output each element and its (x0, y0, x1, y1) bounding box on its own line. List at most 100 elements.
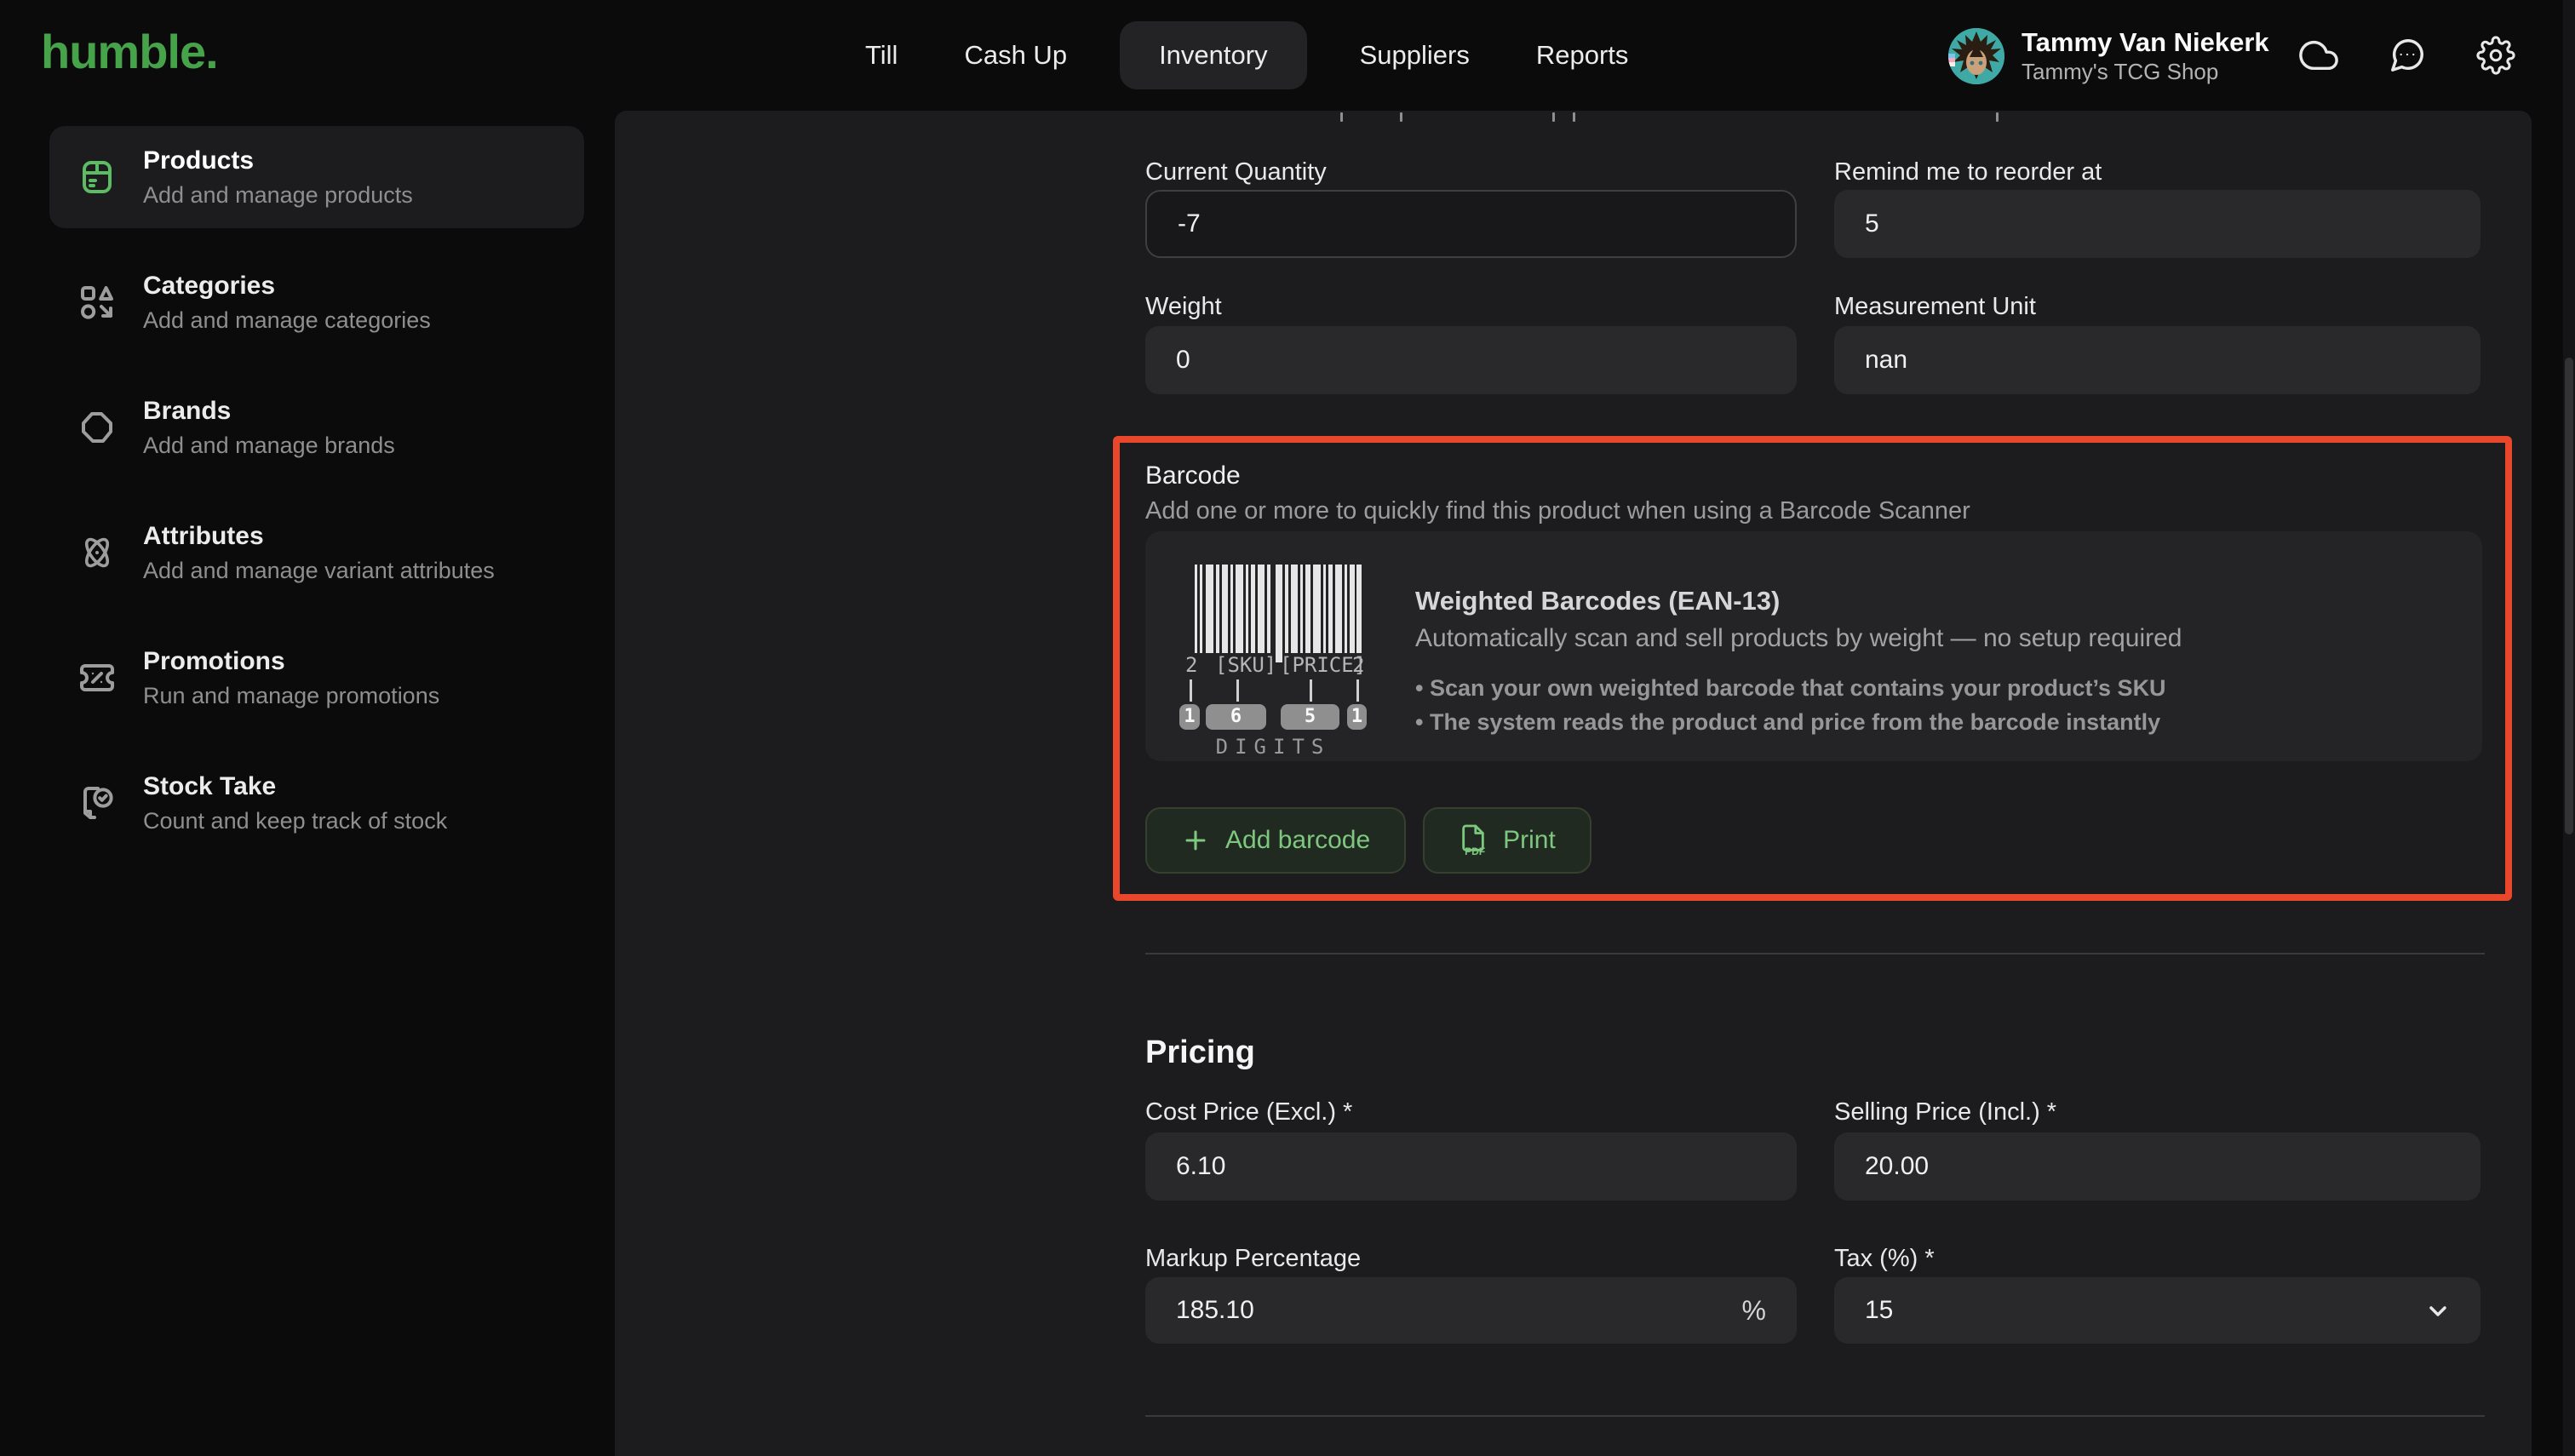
reorder-at-input[interactable]: 5 (1834, 190, 2480, 258)
app-root: humble. Till Cash Up Inventory Suppliers… (0, 0, 2575, 1456)
sidebar-item-subtitle: Add and manage categories (143, 306, 431, 335)
weighted-barcode-bullets: • Scan your own weighted barcode that co… (1415, 671, 2454, 739)
nav-till[interactable]: Till (852, 21, 911, 89)
sidebar-item-promotions[interactable]: Promotions Run and manage promotions (49, 627, 584, 729)
sidebar-item-title: Products (143, 145, 413, 177)
percent-suffix: % (1742, 1277, 1766, 1344)
digit-count-badge: 1 (1179, 704, 1200, 730)
weighted-barcode-info: Weighted Barcodes (EAN-13) Automatically… (1415, 584, 2454, 739)
user-text: Tammy Van Niekerk Tammy's TCG Shop (2022, 27, 2269, 85)
sidebar-item-categories[interactable]: Categories Add and manage categories (49, 251, 584, 353)
sidebar-item-title: Attributes (143, 520, 495, 553)
tick-line (1236, 679, 1239, 702)
sidebar-item-products[interactable]: Products Add and manage products (49, 126, 584, 228)
sidebar-item-text: Stock Take Count and keep track of stock (143, 771, 447, 835)
top-header: humble. Till Cash Up Inventory Suppliers… (0, 0, 2575, 111)
clipboard-check-icon (77, 782, 118, 823)
digit-count-badge: 5 (1281, 704, 1339, 730)
avatar[interactable] (1948, 28, 2004, 84)
chat-icon[interactable] (2388, 36, 2427, 75)
sidebar-item-subtitle: Add and manage variant attributes (143, 556, 495, 585)
user-name: Tammy Van Niekerk (2022, 27, 2269, 58)
selling-price-label: Selling Price (Incl.) * (1834, 1098, 2480, 1126)
sidebar-item-title: Brands (143, 395, 395, 427)
user-account[interactable]: Tammy Van Niekerk Tammy's TCG Shop (1948, 27, 2269, 85)
nav-reports[interactable]: Reports (1523, 21, 1643, 89)
print-label: Print (1503, 826, 1556, 855)
header-icons (2299, 0, 2515, 111)
sidebar: Products Add and manage products Categor… (0, 111, 615, 1456)
right-digit-label: 2 (1352, 653, 1364, 677)
cost-price-label: Cost Price (Excl.) * (1145, 1098, 1797, 1126)
ticket-percent-icon (77, 657, 118, 698)
plus-icon (1181, 826, 1210, 855)
weight-label: Weight (1145, 293, 1797, 321)
tick-line (1356, 679, 1359, 702)
sidebar-item-text: Brands Add and manage brands (143, 395, 395, 460)
tax-value: 15 (1865, 1296, 1893, 1324)
main-nav: Till Cash Up Inventory Suppliers Reports (852, 0, 1642, 111)
package-icon (77, 157, 118, 198)
barcode-actions: Add barcode PDF Print (1145, 807, 1591, 874)
markup-value: 185.10 (1176, 1296, 1254, 1324)
add-barcode-button[interactable]: Add barcode (1145, 807, 1406, 874)
barcode-section-description: Add one or more to quickly find this pro… (1145, 497, 1970, 525)
sku-label: [SKU] (1215, 653, 1276, 677)
pricing-section-title: Pricing (1145, 1035, 1255, 1071)
barcode-illustration: 2 [SKU] [PRICE] 2 1 6 5 1 DIGITS (1179, 565, 1367, 752)
bullet-item: • Scan your own weighted barcode that co… (1415, 671, 2454, 705)
markup-input[interactable]: 185.10 % (1145, 1277, 1797, 1344)
weighted-barcode-subtitle: Automatically scan and sell products by … (1415, 622, 2454, 656)
chevron-down-icon (2424, 1298, 2452, 1325)
pdf-file-icon: PDF (1459, 823, 1488, 857)
measurement-unit-input[interactable]: nan (1834, 326, 2480, 394)
settings-gear-icon[interactable] (2476, 36, 2515, 75)
print-button[interactable]: PDF Print (1423, 807, 1591, 874)
digits-caption: DIGITS (1179, 735, 1367, 759)
sidebar-item-title: Stock Take (143, 771, 447, 803)
sidebar-item-attributes[interactable]: Attributes Add and manage variant attrib… (49, 502, 584, 604)
sidebar-item-title: Promotions (143, 645, 439, 678)
barcode-bars-image (1195, 565, 1362, 662)
left-digit-label: 2 (1185, 653, 1197, 677)
barcode-section-label: Barcode (1145, 461, 1241, 490)
digit-count-badge: 1 (1347, 704, 1367, 730)
measurement-unit-label: Measurement Unit (1834, 293, 2480, 321)
nav-cash-up[interactable]: Cash Up (950, 21, 1081, 89)
sidebar-item-subtitle: Run and manage promotions (143, 681, 439, 710)
sidebar-item-stock-take[interactable]: Stock Take Count and keep track of stock (49, 752, 584, 854)
add-barcode-label: Add barcode (1225, 826, 1370, 855)
humble-logo[interactable]: humble. (41, 24, 218, 79)
sidebar-item-subtitle: Add and manage brands (143, 431, 395, 460)
scrollbar-track[interactable] (2563, 0, 2575, 1456)
user-shop: Tammy's TCG Shop (2022, 58, 2269, 85)
scrollbar-thumb[interactable] (2565, 358, 2573, 834)
atom-icon (77, 532, 118, 573)
cloud-icon[interactable] (2299, 36, 2338, 75)
sidebar-item-subtitle: Count and keep track of stock (143, 806, 447, 835)
sidebar-item-text: Products Add and manage products (143, 145, 413, 209)
avatar-image (1948, 28, 2004, 84)
markup-label: Markup Percentage (1145, 1245, 1797, 1273)
sidebar-item-text: Categories Add and manage categories (143, 270, 431, 335)
shapes-icon (77, 282, 118, 323)
weight-input[interactable]: 0 (1145, 326, 1797, 394)
cost-price-input[interactable]: 6.10 (1145, 1132, 1797, 1201)
weighted-barcode-title: Weighted Barcodes (EAN-13) (1415, 584, 2454, 618)
reorder-at-label: Remind me to reorder at (1834, 158, 2480, 186)
sidebar-item-text: Attributes Add and manage variant attrib… (143, 520, 495, 585)
section-divider (1145, 1415, 2485, 1417)
selling-price-input[interactable]: 20.00 (1834, 1132, 2480, 1201)
badge-icon (77, 407, 118, 448)
tax-select[interactable]: 15 (1834, 1277, 2480, 1344)
sidebar-item-brands[interactable]: Brands Add and manage brands (49, 376, 584, 479)
tick-line (1310, 679, 1312, 702)
digit-count-badge: 6 (1206, 704, 1266, 730)
nav-suppliers[interactable]: Suppliers (1346, 21, 1483, 89)
weighted-barcode-info-card: 2 [SKU] [PRICE] 2 1 6 5 1 DIGITS (1145, 531, 2482, 761)
current-quantity-input[interactable]: -7 (1145, 190, 1797, 258)
section-divider (1145, 953, 2485, 954)
tax-label: Tax (%) * (1834, 1245, 2480, 1273)
nav-inventory[interactable]: Inventory (1120, 21, 1307, 89)
current-quantity-label: Current Quantity (1145, 158, 1797, 186)
